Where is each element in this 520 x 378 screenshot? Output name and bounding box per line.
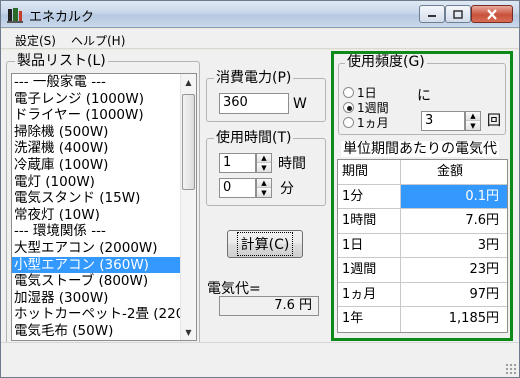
radio-month-dot[interactable] (343, 117, 354, 128)
amount-cell[interactable]: 3円 (401, 234, 507, 258)
frequency-ni-label: に (417, 88, 431, 104)
list-item[interactable]: 電気ストーブ (800W) (12, 273, 182, 290)
list-item[interactable]: 洗濯機 (400W) (12, 140, 182, 157)
table-row[interactable]: 1週間 23円 (338, 258, 507, 283)
period-cell: 1ヵ月 (338, 282, 401, 306)
cost-label: 電気代= (207, 281, 261, 297)
frequency-count-input[interactable]: 3 (421, 111, 465, 131)
power-label: 消費電力(P) (214, 70, 294, 86)
minimize-button[interactable] (419, 5, 445, 23)
amount-cell[interactable]: 23円 (401, 258, 507, 282)
amount-cell[interactable]: 97円 (401, 283, 507, 307)
spin-down-icon[interactable]: ▼ (466, 121, 480, 130)
period-cell: 1週間 (338, 258, 401, 282)
table-row[interactable]: 1分 0.1円 (338, 184, 507, 209)
list-item[interactable]: 電気毛布 (50W) (12, 323, 182, 340)
product-list-items: --- 一般家電 --- 電子レンジ (1000W) ドライヤー (1000W) 掃除… (12, 74, 182, 340)
spin-up-icon[interactable]: ▲ (257, 179, 271, 188)
frequency-count-unit: 回 (487, 113, 501, 129)
table-body: 1分 0.1円 1時間 7.6円 1日 3円 1週間 23円 1ヵ月 97円 1年 1,185円 (338, 184, 507, 332)
list-item[interactable]: ホットカーペット-2畳 (220 (12, 306, 182, 323)
period-cell: 1日 (338, 233, 401, 257)
period-cell: 1分 (338, 184, 401, 208)
amount-cell[interactable]: 1,185円 (401, 307, 507, 332)
calculate-button[interactable]: 計算(C) (227, 230, 303, 258)
close-button[interactable] (471, 5, 513, 23)
menu-bar: 設定(S) ヘルプ(H) (1, 29, 519, 49)
table-row[interactable]: 1時間 7.6円 (338, 209, 507, 234)
resize-grip-icon[interactable] (505, 363, 517, 375)
power-unit: W (293, 96, 307, 112)
minutes-unit: 分 (280, 181, 294, 197)
maximize-button[interactable] (445, 5, 471, 23)
calculate-button-label: 計算(C) (236, 232, 294, 256)
list-item[interactable]: 電子レンジ (1000W) (12, 91, 182, 108)
list-item[interactable]: 冷蔵庫 (100W) (12, 157, 182, 174)
list-item[interactable]: ドライヤー (1000W) (12, 107, 182, 124)
product-list-label: 製品リスト(L) (15, 53, 108, 69)
status-bar (1, 342, 519, 377)
list-item[interactable]: 電気スタンド (15W) (12, 190, 182, 207)
power-input[interactable]: 360 (219, 93, 289, 114)
product-listbox[interactable]: --- 一般家電 --- 電子レンジ (1000W) ドライヤー (1000W) 掃除… (11, 73, 197, 341)
scroll-down-icon[interactable]: ▼ (181, 324, 196, 340)
minutes-input[interactable]: 0 (219, 178, 256, 198)
list-item[interactable]: 加湿器 (300W) (12, 290, 182, 307)
app-window: エネカルク 設定(S) ヘルプ(H) 製品リスト(L) --- 一般家電 ---… (0, 0, 520, 378)
radio-week-dot[interactable] (343, 102, 354, 113)
menu-settings[interactable]: 設定(S) (15, 32, 56, 49)
header-amount: 金額 (436, 164, 463, 179)
list-scrollbar[interactable]: ▲ ▼ (180, 74, 196, 340)
hours-spinner[interactable]: ▲ ▼ (256, 153, 272, 173)
cost-output: 7.6 円 (219, 296, 319, 316)
table-row[interactable]: 1日 3円 (338, 233, 507, 258)
radio-day-dot[interactable] (343, 87, 354, 98)
scroll-up-icon[interactable]: ▲ (181, 74, 196, 90)
amount-cell[interactable]: 0.1円 (401, 184, 507, 208)
close-icon (487, 8, 497, 20)
table-row[interactable]: 1年 1,185円 (338, 307, 507, 332)
amount-cell[interactable]: 7.6円 (401, 209, 507, 233)
list-item[interactable]: 大型エアコン (2000W) (12, 240, 182, 257)
scroll-thumb[interactable] (182, 94, 195, 190)
spin-down-icon[interactable]: ▼ (257, 163, 271, 172)
table-row[interactable]: 1ヵ月 97円 (338, 282, 507, 307)
spin-up-icon[interactable]: ▲ (257, 154, 271, 163)
usage-time-label: 使用時間(T) (214, 130, 294, 146)
radio-month-label: 1ヵ月 (357, 116, 389, 130)
minutes-spinner[interactable]: ▲ ▼ (256, 178, 272, 198)
list-item[interactable]: 小型エアコン (360W) (12, 256, 182, 274)
list-item[interactable]: --- 環境関係 --- (12, 223, 182, 240)
minimize-icon (428, 15, 436, 17)
table-header-row: 期間 金額 (338, 160, 507, 185)
app-icon (7, 8, 23, 23)
hours-unit: 時間 (278, 156, 306, 172)
spin-down-icon[interactable]: ▼ (257, 188, 271, 197)
radio-month[interactable]: 1ヵ月 (343, 114, 389, 131)
header-period: 期間 (338, 160, 401, 184)
spin-up-icon[interactable]: ▲ (466, 112, 480, 121)
list-item[interactable]: --- 一般家電 --- (12, 74, 182, 91)
list-item[interactable]: 掃除機 (500W) (12, 124, 182, 141)
title-bar[interactable]: エネカルク (1, 1, 519, 28)
frequency-count-spinner[interactable]: ▲ ▼ (465, 111, 481, 131)
window-title: エネカルク (29, 10, 95, 25)
menu-help[interactable]: ヘルプ(H) (71, 32, 125, 49)
list-item[interactable]: 常夜灯 (10W) (12, 207, 182, 224)
list-item[interactable]: 電灯 (100W) (12, 174, 182, 191)
hours-input[interactable]: 1 (219, 153, 256, 173)
maximize-icon (453, 9, 463, 19)
period-cell: 1時間 (338, 209, 401, 233)
period-cost-table[interactable]: 期間 金額 1分 0.1円 1時間 7.6円 1日 3円 1週間 23円 1ヵ月 97円 1年 1,1… (337, 159, 508, 333)
period-cost-label: 単位期間あたりの電気代 (341, 141, 499, 157)
frequency-label: 使用頻度(G) (345, 54, 427, 70)
period-cell: 1年 (338, 307, 401, 332)
